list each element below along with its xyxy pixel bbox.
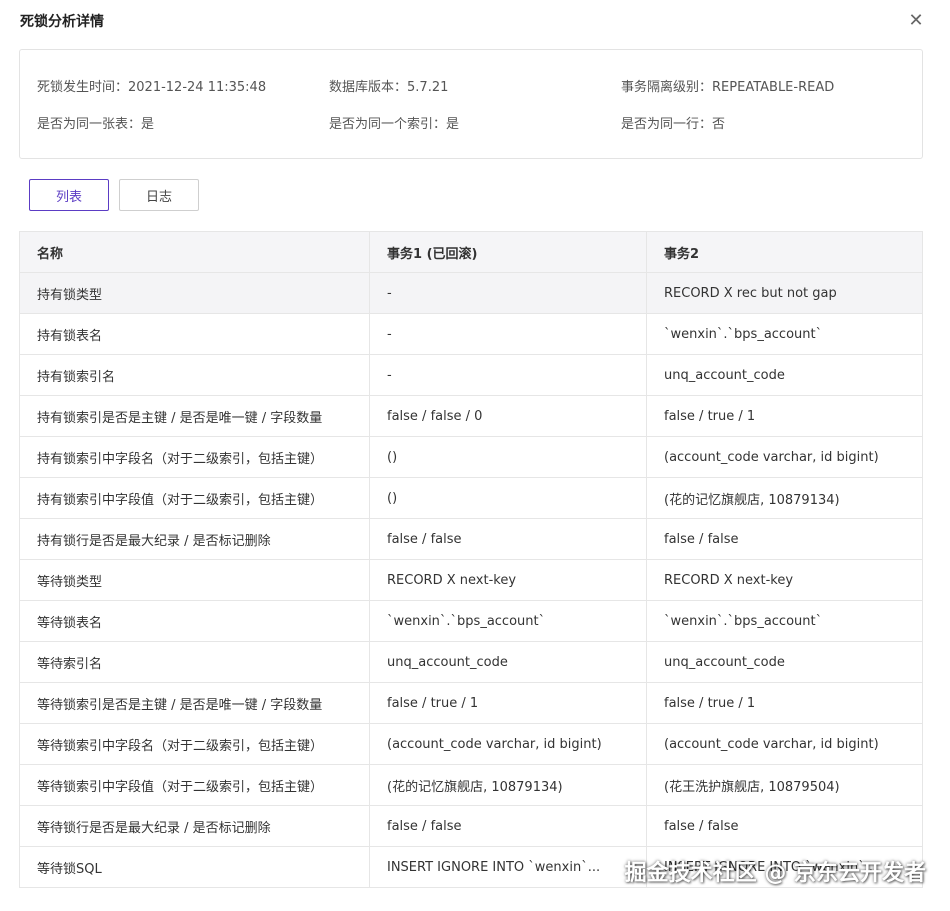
same-index-value: 是 [446,117,460,132]
deadlock-detail-table: 名称 事务1 (已回滚) 事务2 持有锁类型 - RECORD X rec bu… [19,231,923,888]
table-row: 等待锁索引是否是主键 / 是否是唯一键 / 字段数量 false / true … [20,683,922,724]
table-row: 等待锁索引中字段值（对于二级索引，包括主键） (花的记忆旗舰店, 1087913… [20,765,922,806]
deadlock-summary-panel: 死锁发生时间：2021-12-24 11:35:48 数据库版本：5.7.21 … [19,49,923,159]
occur-time-label: 死锁发生时间： [37,80,129,95]
dialog-title: 死锁分析详情 [20,14,104,30]
row-label: 等待锁索引中字段名（对于二级索引，包括主键） [20,724,370,764]
close-icon[interactable]: ✕ [906,10,926,31]
same-row: 是否为同一行：否 [621,113,725,132]
txn1-value: `wenxin`.`bps_account` [370,601,647,641]
row-label: 持有锁索引名 [20,355,370,395]
same-table-value: 是 [141,117,155,132]
row-label: 等待锁索引中字段值（对于二级索引，包括主键） [20,765,370,805]
isolation-level: 事务隔离级别：REPEATABLE-READ [621,76,834,95]
header-txn1: 事务1 (已回滚) [370,232,647,272]
row-label: 等待锁类型 [20,560,370,600]
txn1-value: (花的记忆旗舰店, 10879134) [370,765,647,805]
table-header-row: 名称 事务1 (已回滚) 事务2 [20,232,922,273]
txn1-value: false / false / 0 [370,396,647,436]
same-row-label: 是否为同一行： [621,117,713,132]
txn1-value: false / false [370,519,647,559]
dialog-header: 死锁分析详情 ✕ [0,0,950,42]
table-row: 持有锁索引名 - unq_account_code [20,355,922,396]
row-label: 持有锁表名 [20,314,370,354]
isolation-label: 事务隔离级别： [621,80,713,95]
table-row: 等待锁索引中字段名（对于二级索引，包括主键） (account_code var… [20,724,922,765]
row-label: 等待索引名 [20,642,370,682]
row-label: 持有锁索引是否是主键 / 是否是唯一键 / 字段数量 [20,396,370,436]
table-row: 持有锁索引中字段名（对于二级索引，包括主键） () (account_code … [20,437,922,478]
table-row: 等待锁类型 RECORD X next-key RECORD X next-ke… [20,560,922,601]
same-row-value: 否 [712,117,726,132]
table-row: 持有锁索引是否是主键 / 是否是唯一键 / 字段数量 false / false… [20,396,922,437]
header-name: 名称 [20,232,370,272]
db-version: 数据库版本：5.7.21 [329,76,448,95]
table-row: 持有锁行是否是最大纪录 / 是否标记删除 false / false false… [20,519,922,560]
table-row: 持有锁表名 - `wenxin`.`bps_account` [20,314,922,355]
txn2-value: RECORD X rec but not gap [664,285,837,301]
occur-time-value: 2021-12-24 11:35:48 [128,80,267,95]
occur-time: 死锁发生时间：2021-12-24 11:35:48 [37,76,266,95]
txn2-value: RECORD X next-key [664,572,794,588]
row-label: 等待锁SQL [20,847,370,887]
same-table-label: 是否为同一张表： [37,117,142,132]
table-row: 持有锁类型 - RECORD X rec but not gap [20,273,922,314]
row-label: 持有锁索引中字段值（对于二级索引，包括主键） [20,478,370,518]
tab-log[interactable]: 日志 [119,179,199,211]
same-table: 是否为同一张表：是 [37,113,154,132]
table-row: 等待锁行是否是最大纪录 / 是否标记删除 false / false false… [20,806,922,847]
txn1-value: (account_code varchar, id bigint) [370,724,647,764]
txn1-value: - [370,273,647,313]
txn2-value: false / true / 1 [664,408,756,424]
txn2-value: `wenxin`.`bps_account` [664,326,823,342]
row-label: 等待锁行是否是最大纪录 / 是否标记删除 [20,806,370,846]
txn1-value: INSERT IGNORE INTO `wenxin`... [370,847,647,887]
txn1-value: - [370,355,647,395]
txn1-value: RECORD X next-key [370,560,647,600]
table-row: 持有锁索引中字段值（对于二级索引，包括主键） () (花的记忆旗舰店, 1087… [20,478,922,519]
db-version-label: 数据库版本： [329,80,408,95]
db-version-value: 5.7.21 [407,80,449,95]
header-txn2: 事务2 [664,246,700,262]
txn2-value: (account_code varchar, id bigint) [664,449,879,465]
txn2-value: unq_account_code [664,654,785,670]
txn1-value: () [370,478,647,518]
row-label: 持有锁类型 [20,273,370,313]
row-label: 等待锁索引是否是主键 / 是否是唯一键 / 字段数量 [20,683,370,723]
txn1-value: false / true / 1 [370,683,647,723]
txn2-value: (花王洗护旗舰店, 10879504) [664,779,840,795]
txn1-value: () [370,437,647,477]
same-index-label: 是否为同一个索引： [329,117,447,132]
txn2-value: (account_code varchar, id bigint) [664,736,879,752]
txn2-value: unq_account_code [664,367,785,383]
table-row: 等待索引名 unq_account_code unq_account_code [20,642,922,683]
tab-list[interactable]: 列表 [29,179,109,211]
txn1-value: false / false [370,806,647,846]
isolation-value: REPEATABLE-READ [712,80,835,95]
row-label: 持有锁索引中字段名（对于二级索引，包括主键） [20,437,370,477]
txn2-value: false / true / 1 [664,695,756,711]
txn1-value: - [370,314,647,354]
row-label: 持有锁行是否是最大纪录 / 是否标记删除 [20,519,370,559]
txn2-value: (花的记忆旗舰店, 10879134) [664,492,840,508]
table-row: 等待锁表名 `wenxin`.`bps_account` `wenxin`.`b… [20,601,922,642]
txn2-value: false / false [664,531,739,547]
row-label: 等待锁表名 [20,601,370,641]
watermark: 掘金技术社区 @ 京东云开发者 [624,861,926,886]
txn1-value: unq_account_code [370,642,647,682]
txn2-value: `wenxin`.`bps_account` [664,613,823,629]
txn2-value: false / false [664,818,739,834]
same-index: 是否为同一个索引：是 [329,113,459,132]
